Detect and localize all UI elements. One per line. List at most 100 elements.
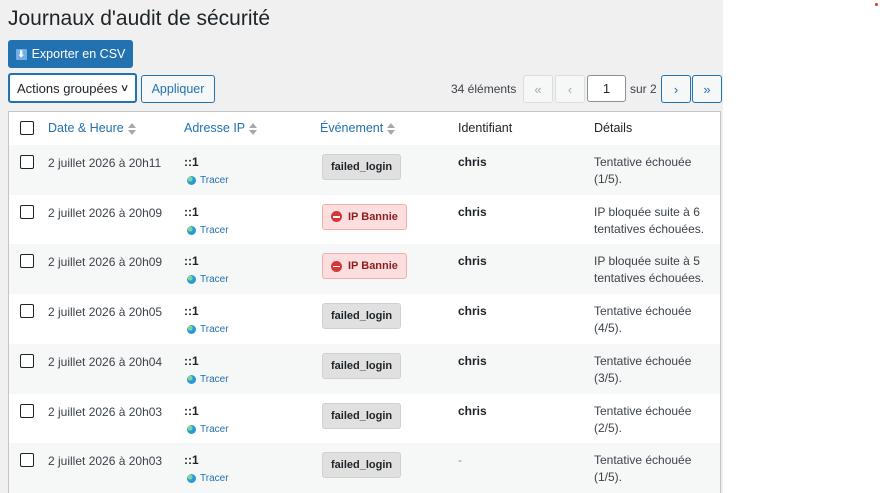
row-datetime: 2 juillet 2026 à 20h11 (48, 156, 162, 170)
trace-link[interactable]: Tracer (187, 374, 229, 385)
row-ip: ::1 (184, 155, 199, 169)
select-all-checkbox[interactable] (20, 121, 34, 135)
globe-icon (187, 374, 196, 384)
event-badge: failed_login (322, 154, 402, 180)
row-identifier: chris (458, 155, 487, 169)
row-ip: ::1 (184, 353, 199, 368)
row-datetime: 2 juillet 2026 à 20h09 (48, 255, 163, 270)
sort-icon (249, 122, 258, 135)
event-badge: failed_login (322, 452, 402, 479)
download-icon: ⬇ (15, 48, 27, 60)
event-label: failed_login (331, 409, 393, 422)
trace-label: Tracer (200, 373, 229, 385)
globe-icon (187, 474, 196, 484)
row-datetime: 2 juillet 2026 à 20h03 (48, 404, 163, 419)
row-checkbox[interactable] (20, 155, 34, 169)
row-checkbox[interactable] (20, 204, 34, 219)
trace-link[interactable]: Tracer (187, 175, 229, 186)
globe-icon (187, 176, 196, 185)
table-row: 2 juillet 2026 à 20h05::1 Tracer failed_lo… (9, 294, 720, 344)
row-datetime: 2 juillet 2026 à 20h09 (48, 205, 163, 220)
row-details: Tentative échouée (1/5). (594, 453, 692, 485)
row-details: IP bloquée suite à 5 tentatives échouées… (594, 254, 705, 286)
items-count: 34 éléments (451, 82, 517, 96)
event-badge: IP Bannie (322, 253, 407, 280)
row-checkbox[interactable] (20, 304, 34, 319)
export-csv-button[interactable]: ⬇ Exporter en CSV (8, 40, 133, 68)
row-details: Tentative échouée (2/5). (594, 403, 692, 435)
trace-label: Tracer (200, 423, 229, 435)
sort-icon (127, 122, 136, 135)
row-identifier: chris (458, 304, 487, 319)
trace-link[interactable]: Tracer (187, 473, 229, 484)
row-details: Tentative échouée (4/5). (594, 304, 692, 336)
row-ip: ::1 (184, 254, 199, 269)
column-header-identifier: Identifiant (458, 121, 513, 135)
trace-label: Tracer (200, 224, 229, 236)
event-badge: failed_login (322, 303, 402, 330)
prev-page-button[interactable]: ‹ (555, 75, 585, 103)
table-row: 2 juillet 2026 à 20h03::1 Tracer failed_lo… (9, 443, 720, 493)
trace-label: Tracer (200, 473, 229, 485)
event-label: failed_login (331, 459, 393, 472)
trace-label: Tracer (200, 324, 229, 336)
row-ip: ::1 (184, 403, 199, 418)
row-identifier: chris (458, 204, 487, 219)
trace-link[interactable]: Tracer (187, 225, 229, 236)
table-row: 2 juillet 2026 à 20h09::1 Tracer IP Bannie… (9, 244, 720, 295)
row-identifier: chris (458, 403, 487, 418)
table-row: 2 juillet 2026 à 20h04::1 Tracer failed_lo… (9, 343, 720, 394)
column-header-event-label: Événement (320, 121, 384, 135)
current-page-input[interactable]: 1 (587, 75, 626, 102)
table-header: Date & Heure Adresse IP Événement Identi… (9, 112, 720, 146)
row-checkbox[interactable] (20, 453, 34, 468)
event-label: IP Bannie (348, 260, 398, 273)
bulk-actions-value: Actions groupées (17, 80, 118, 96)
next-page-button[interactable]: › (661, 75, 691, 103)
row-datetime: 2 juillet 2026 à 20h03 (48, 454, 163, 469)
audit-log-table: Date & Heure Adresse IP Événement Identi… (8, 111, 721, 493)
row-details: IP bloquée suite à 6 tentatives échouées… (594, 204, 705, 236)
row-checkbox[interactable] (20, 403, 34, 418)
row-identifier: chris (458, 254, 487, 269)
status-dot (875, 3, 878, 6)
globe-icon (187, 424, 196, 434)
event-badge: failed_login (322, 402, 402, 429)
event-label: IP Bannie (348, 210, 398, 223)
trace-label: Tracer (200, 175, 229, 186)
column-header-datetime[interactable]: Date & Heure (48, 121, 136, 135)
sort-icon (387, 122, 396, 135)
column-header-ip-label: Adresse IP (184, 121, 246, 135)
column-header-event[interactable]: Événement (320, 121, 396, 135)
event-label: failed_login (331, 310, 393, 323)
row-datetime: 2 juillet 2026 à 20h05 (48, 305, 163, 320)
chevron-down-icon: ∨ (119, 82, 130, 94)
row-checkbox[interactable] (20, 254, 34, 269)
row-details: Tentative échouée (3/5). (594, 353, 692, 385)
trace-label: Tracer (200, 274, 229, 286)
ban-icon (331, 260, 342, 272)
column-header-ip[interactable]: Adresse IP (184, 121, 258, 135)
event-label: failed_login (331, 359, 393, 372)
last-page-button[interactable]: » (692, 75, 722, 103)
trace-link[interactable]: Tracer (187, 274, 229, 285)
trace-link[interactable]: Tracer (187, 324, 229, 335)
row-ip: ::1 (184, 204, 199, 219)
table-row: 2 juillet 2026 à 20h09::1 Tracer IP Bannie… (9, 195, 720, 245)
first-page-button[interactable]: « (523, 75, 553, 103)
event-label: failed_login (331, 161, 393, 173)
ban-icon (331, 211, 342, 223)
row-identifier: - (458, 453, 462, 468)
row-identifier: chris (458, 353, 487, 368)
event-badge: failed_login (322, 352, 402, 379)
page-title: Journaux d'audit de sécurité (8, 7, 271, 30)
bulk-actions-select[interactable]: Actions groupées ∨ (8, 73, 137, 103)
event-badge: IP Bannie (322, 203, 407, 230)
export-csv-label: Exporter en CSV (31, 47, 126, 61)
table-row: 2 juillet 2026 à 20h11::1 Tracer failed_lo… (9, 145, 720, 195)
trace-link[interactable]: Tracer (187, 424, 229, 435)
column-header-details: Détails (594, 121, 633, 135)
apply-button[interactable]: Appliquer (141, 75, 215, 103)
row-checkbox[interactable] (20, 353, 34, 368)
row-datetime: 2 juillet 2026 à 20h04 (48, 354, 163, 369)
